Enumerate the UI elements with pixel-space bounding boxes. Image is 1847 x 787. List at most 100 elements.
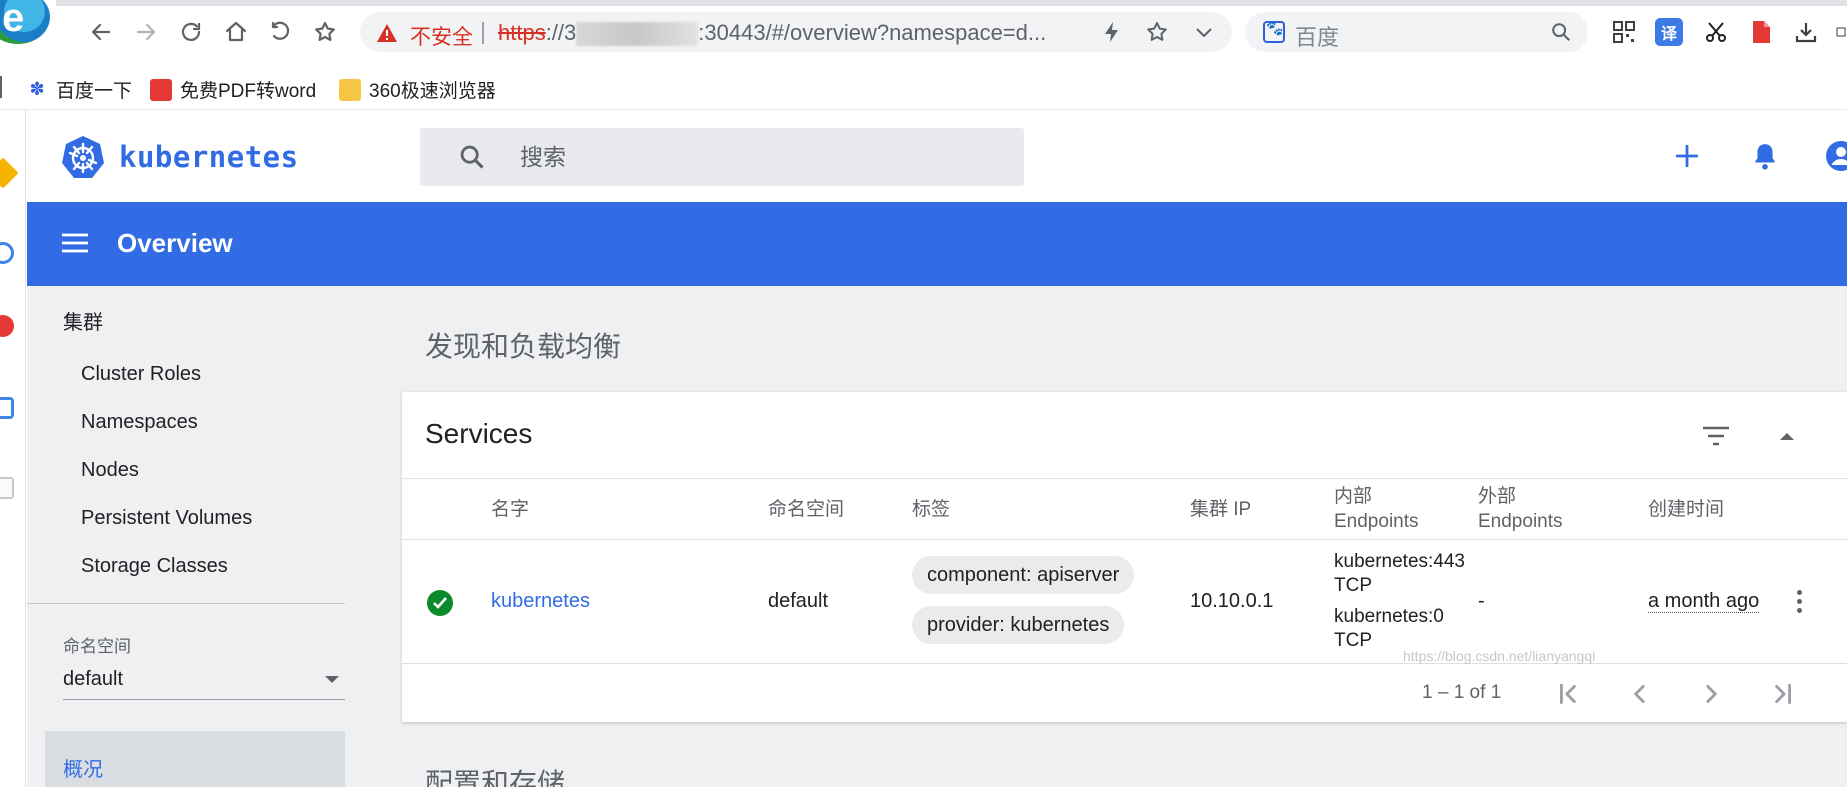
previous-page-button[interactable]: [1620, 674, 1660, 714]
kubernetes-dashboard: kubernetes Overview 集群 Cluster Roles Nam…: [27, 110, 1847, 787]
browser-toolbar: e 不安全 https://3 :30443/#/overview?namespa…: [0, 0, 1847, 64]
filter-icon: [1703, 426, 1729, 446]
column-header-namespace[interactable]: 命名空间: [768, 497, 844, 522]
sidebar-item-storage-classes[interactable]: Storage Classes: [81, 555, 228, 578]
insecure-label: 不安全: [410, 26, 473, 49]
chevron-left-icon: [1634, 685, 1645, 703]
sidebar-item-persistent-volumes[interactable]: Persistent Volumes: [81, 507, 252, 530]
header-line: Endpoints: [1478, 511, 1563, 532]
filter-button[interactable]: [1698, 418, 1734, 454]
created-time: a month ago: [1648, 590, 1760, 613]
browser-search-box[interactable]: 百度: [1245, 12, 1588, 52]
sidebar-heading-cluster[interactable]: 集群: [63, 306, 103, 335]
bookmark-360-browser[interactable]: 360极速浏览器: [339, 76, 496, 103]
card-title: Services: [425, 418, 533, 449]
sidebar-item-label: 概况: [63, 759, 103, 781]
internal-endpoint-protocol: TCP: [1334, 575, 1372, 596]
column-header-internal-endpoints: 内部 Endpoints: [1334, 484, 1419, 534]
url-host-redacted: [576, 22, 699, 47]
translate-icon[interactable]: 译: [1655, 18, 1683, 46]
column-header-external-endpoints: 外部 Endpoints: [1478, 484, 1563, 534]
url-prefix: ://3: [545, 20, 577, 45]
chevron-down-icon[interactable]: [1192, 20, 1216, 44]
caret-up-icon: [1780, 433, 1794, 440]
star-outline-icon: [315, 21, 335, 41]
warning-icon: [377, 24, 397, 42]
namespace-label: 命名空间: [63, 637, 131, 656]
create-button[interactable]: [1667, 136, 1707, 176]
notes-icon[interactable]: [0, 477, 14, 499]
service-name-link[interactable]: kubernetes: [491, 590, 590, 613]
qr-code-icon[interactable]: [1610, 18, 1638, 46]
baidu-logo-icon: [1263, 20, 1285, 43]
address-separator: [482, 22, 484, 44]
search-engine-label: 百度: [1295, 25, 1340, 50]
header-line: 内部: [1334, 486, 1373, 507]
account-button[interactable]: [1821, 136, 1847, 176]
plus-icon: [1675, 144, 1699, 168]
internal-endpoint: kubernetes:443: [1334, 551, 1465, 572]
lightning-icon[interactable]: [1100, 20, 1124, 44]
reload-button[interactable]: [177, 18, 205, 46]
account-circle-icon: [1826, 141, 1847, 171]
header-line: Endpoints: [1334, 511, 1419, 532]
home-button[interactable]: [222, 18, 250, 46]
pdf-tool-icon[interactable]: [1747, 18, 1775, 46]
weibo-icon[interactable]: [0, 315, 14, 337]
back-button[interactable]: [87, 18, 115, 46]
status-ok-icon: [427, 590, 453, 616]
sidebar-item-nodes[interactable]: Nodes: [81, 459, 139, 482]
last-page-icon: [1775, 683, 1791, 705]
column-header-labels: 标签: [912, 499, 951, 520]
undo-close-tab-button[interactable]: [266, 18, 294, 46]
table-row: kubernetes default component: apiserver …: [402, 540, 1847, 664]
last-page-button[interactable]: [1762, 674, 1802, 714]
column-header-cluster-ip: 集群 IP: [1190, 499, 1252, 520]
search-icon[interactable]: [1550, 21, 1572, 43]
tab-strip: [56, 0, 1847, 6]
favorites-button[interactable]: [311, 18, 339, 46]
pagination-range: 1 – 1 of 1: [1422, 682, 1502, 703]
favorite-star-icon[interactable]: [0, 157, 19, 189]
kubernetes-logo-icon[interactable]: [60, 134, 106, 180]
hamburger-menu-icon[interactable]: [60, 230, 90, 256]
header-line: 外部: [1478, 486, 1517, 507]
bookmark-label: 百度一下: [56, 81, 133, 102]
url-path: :30443/#/overview?namespace=d...: [698, 20, 1047, 45]
first-page-icon: [1560, 683, 1576, 705]
column-header-created[interactable]: 创建时间: [1648, 497, 1724, 522]
sidebar-item-cluster-roles[interactable]: Cluster Roles: [81, 363, 201, 386]
url-scheme: https: [498, 20, 546, 45]
bookmark-star-icon[interactable]: [1145, 20, 1169, 44]
app-search[interactable]: [420, 128, 1024, 186]
brand-title[interactable]: kubernetes: [119, 140, 299, 174]
app-grid-icon[interactable]: [0, 397, 14, 419]
scissors-icon[interactable]: [1702, 18, 1730, 46]
column-header-name[interactable]: 名字: [491, 497, 529, 522]
search-input[interactable]: [520, 140, 1000, 174]
pdf-icon: [150, 78, 172, 101]
first-page-button[interactable]: [1549, 674, 1589, 714]
baidu-paw-icon: ✽: [29, 79, 45, 99]
collapse-button[interactable]: [1769, 418, 1805, 454]
bookmarks-bar: ✽ 百度一下 免费PDF转word 360极速浏览器: [0, 64, 1847, 110]
bookmark-pdf-to-word[interactable]: 免费PDF转word: [150, 76, 316, 103]
bell-icon: [1755, 144, 1775, 170]
chevron-right-icon: [1706, 685, 1717, 703]
forward-button[interactable]: [132, 18, 160, 46]
address-bar[interactable]: 不安全 https://3 :30443/#/overview?namespace…: [360, 12, 1232, 52]
sidebar-item-namespaces[interactable]: Namespaces: [81, 411, 198, 434]
more-tools-icon[interactable]: [1835, 18, 1847, 46]
search-icon: [460, 145, 484, 169]
back-arrow-icon: [91, 23, 111, 41]
app-header: kubernetes: [27, 110, 1847, 202]
notifications-button[interactable]: [1745, 136, 1785, 176]
clock-icon[interactable]: [0, 242, 14, 264]
sidebar-item-overview[interactable]: 概况: [45, 731, 345, 787]
row-actions-menu-icon[interactable]: [1784, 586, 1814, 616]
browser-logo: e: [0, 0, 50, 44]
bookmark-baidu[interactable]: ✽ 百度一下: [26, 76, 132, 103]
namespace-select[interactable]: default: [63, 666, 345, 700]
download-icon[interactable]: [1792, 18, 1820, 46]
next-page-button[interactable]: [1691, 674, 1731, 714]
